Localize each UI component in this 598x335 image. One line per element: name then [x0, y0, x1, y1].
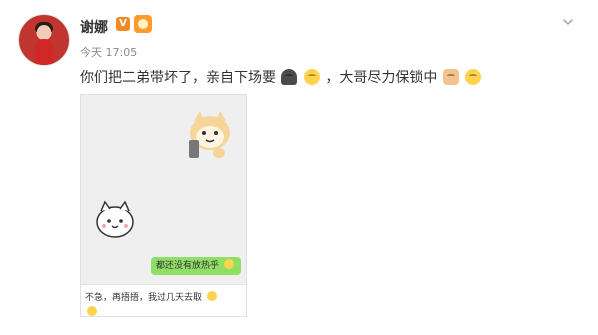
post-text-part2: ，大哥尽力保锁中: [325, 70, 438, 86]
chat-message-text: 不急，再捂捂，我过几天去取: [85, 293, 203, 303]
cat-sticker-image: [96, 200, 134, 238]
avatar[interactable]: [18, 14, 70, 66]
post-username[interactable]: 谢娜: [80, 17, 108, 37]
arm-emoji-icon: [442, 69, 459, 85]
chat-bubble: 都还没有放热乎: [151, 257, 241, 275]
post-text: 你们把二弟带坏了，亲自下场要 ，大哥尽力保锁中: [80, 67, 482, 87]
bubble-emoji-icon: [223, 259, 234, 269]
chat-message-bar: 不急，再捂捂，我过几天去取: [81, 284, 246, 316]
weibo-post-card: 谢娜 V 今天 17:05 你们把二弟带坏了，亲自下场要 ，大哥尽力保锁中 都还…: [0, 0, 598, 335]
vip-icon: V: [116, 17, 130, 31]
post-text-part1: 你们把二弟带坏了，亲自下场要: [80, 70, 276, 86]
avatar-body: [35, 39, 53, 65]
masked-emoji-icon: [281, 69, 298, 85]
post-time: 今天 17:05: [80, 46, 138, 59]
smile-emoji-icon: [465, 69, 482, 85]
medal-icon: [134, 15, 152, 33]
chevron-down-icon[interactable]: [562, 16, 574, 28]
chat-screenshot[interactable]: 都还没有放热乎 不急，再捂捂，我过几天去取: [80, 94, 247, 317]
shiba-sticker-image: [189, 111, 230, 158]
message-emoji-icon: [206, 291, 217, 301]
avatar-face: [37, 25, 51, 39]
face-emoji-icon: [303, 69, 320, 85]
message-line-2: [85, 306, 242, 316]
chat-bubble-text: 都还没有放热乎: [156, 261, 220, 271]
message-emoji-icon-2: [87, 306, 97, 316]
